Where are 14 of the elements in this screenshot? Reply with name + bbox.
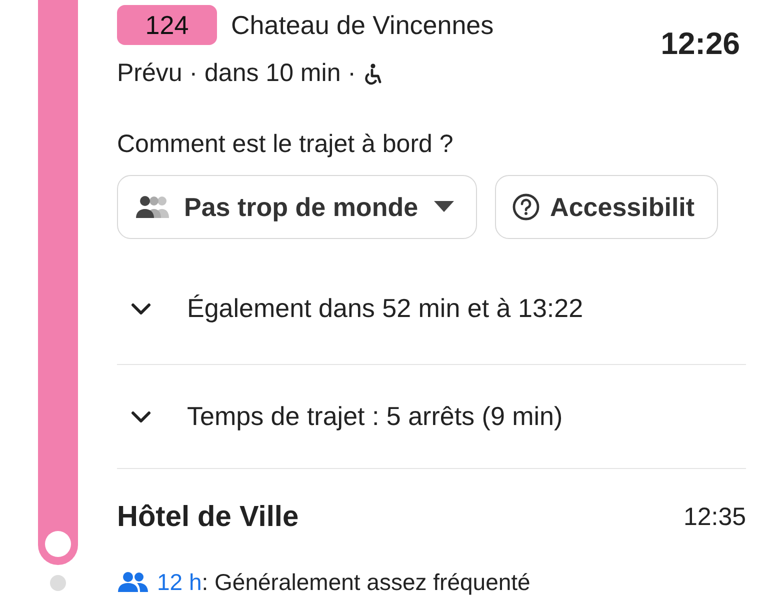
line-badge: 124: [117, 5, 217, 45]
next-stop-dot: [50, 574, 66, 590]
feedback-question: Comment est le trajet à bord ?: [117, 130, 454, 159]
stop-marker: [45, 530, 71, 556]
arrival-time: 12:35: [683, 502, 746, 532]
crowd-forecast: 12 h: Généralement assez fréquenté: [157, 568, 530, 596]
people-icon: [117, 571, 149, 593]
feedback-chip[interactable]: Accessibilit: [495, 175, 718, 239]
status-text: Prévu · dans 10 min ·: [117, 59, 356, 88]
feedback-chip[interactable]: Pas trop de monde: [117, 175, 478, 239]
help-icon: [512, 193, 540, 221]
departure-time: 12:26: [660, 26, 740, 62]
stop-name: Hôtel de Ville: [117, 500, 299, 534]
destination: Chateau de Vincennes: [231, 10, 494, 40]
